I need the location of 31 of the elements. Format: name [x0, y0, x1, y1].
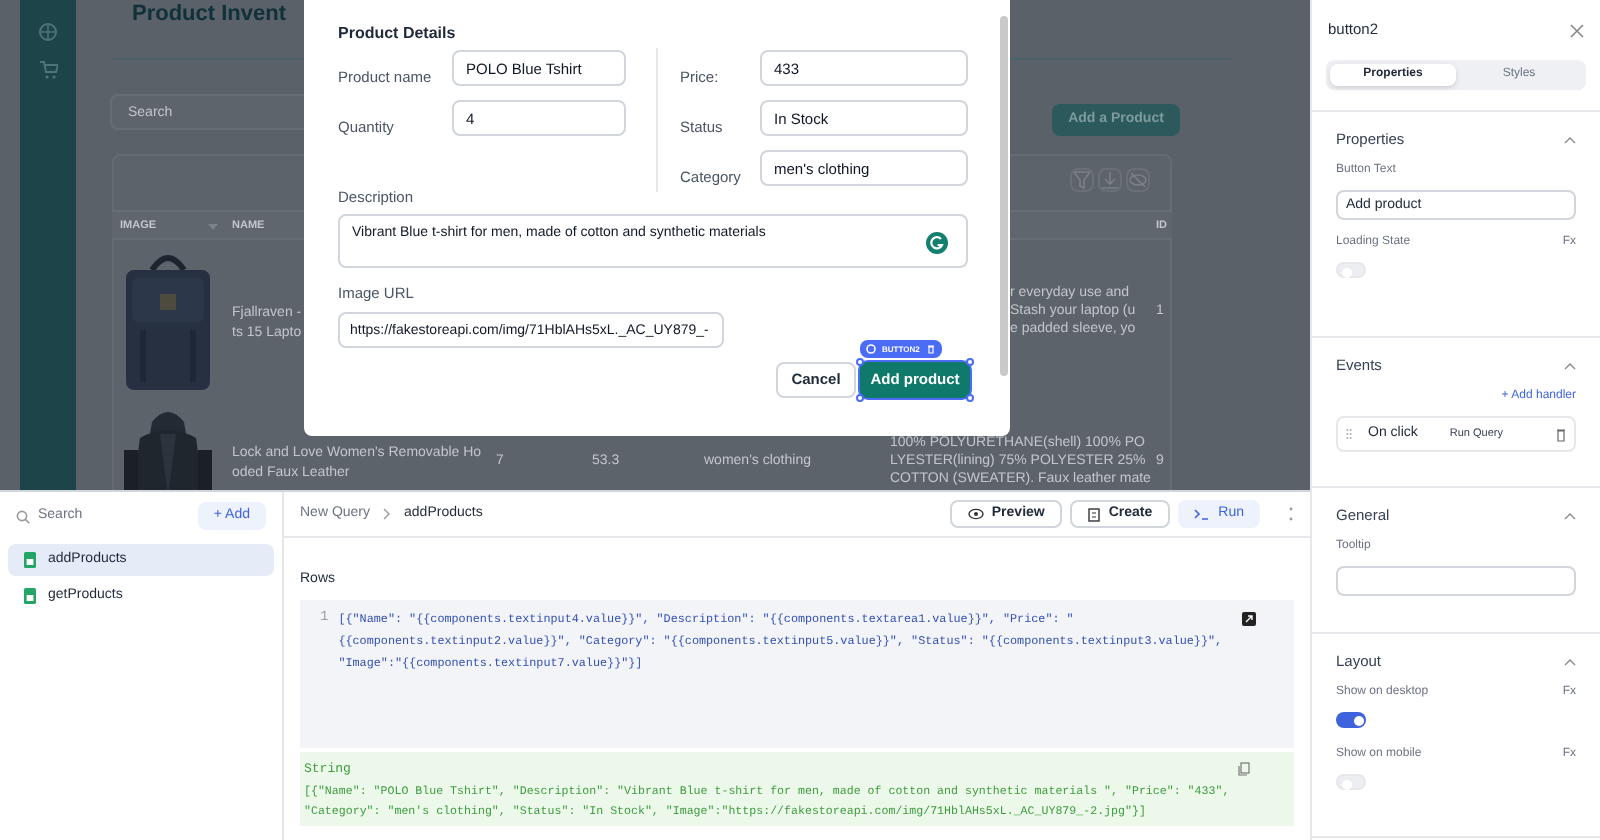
trash-icon[interactable]	[1556, 427, 1566, 442]
document-icon	[1088, 507, 1101, 521]
grammar-assistant-icon[interactable]	[926, 232, 948, 254]
resize-handle[interactable]	[856, 358, 864, 366]
toggle-switch[interactable]	[1336, 262, 1366, 279]
resize-handle[interactable]	[856, 394, 864, 402]
search-icon	[16, 509, 30, 523]
gear-icon[interactable]	[866, 344, 876, 354]
toggle-switch[interactable]	[1336, 712, 1366, 729]
chevron-icon[interactable]	[1564, 135, 1576, 144]
more-icon[interactable]	[1288, 506, 1294, 522]
page-title: Product Invent	[132, 2, 287, 28]
cart-icon[interactable]	[38, 60, 58, 80]
globe-icon[interactable]	[38, 22, 58, 42]
text-input[interactable]	[1336, 566, 1576, 597]
scrollbar[interactable]	[1000, 16, 1008, 376]
copy-icon[interactable]	[1238, 761, 1250, 775]
chevron-icon[interactable]	[1564, 511, 1576, 520]
resize-handle[interactable]	[966, 394, 974, 402]
chevron-icon[interactable]	[1564, 361, 1576, 370]
expand-icon[interactable]	[1242, 611, 1256, 625]
terminal-icon	[1194, 508, 1211, 520]
modal-title: Product Details	[338, 22, 456, 46]
toggle-switch[interactable]	[1336, 774, 1366, 791]
resize-handle[interactable]	[966, 358, 974, 366]
eye-icon	[967, 508, 984, 520]
close-icon[interactable]	[1570, 23, 1584, 37]
chevron-icon[interactable]	[1564, 657, 1576, 666]
sheet-icon	[24, 552, 36, 568]
sheet-icon	[24, 588, 36, 604]
chevron-icon	[382, 508, 393, 520]
